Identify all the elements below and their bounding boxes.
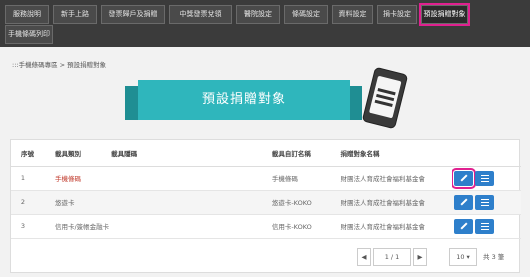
detail-button[interactable] <box>475 218 495 234</box>
table-row: 3 信用卡/簽帳金融卡 信用卡-KOKO 財團法人育成社會福利基金會 <box>11 214 521 239</box>
col-no: 序號 <box>11 140 35 167</box>
row-actions <box>452 166 521 191</box>
per-page-select[interactable]: 10 ▾ <box>449 248 477 266</box>
row-no: 1 <box>11 166 35 191</box>
row-type: 手機條碼 <box>34 166 110 191</box>
donee-table: 序號 載具類別 載具隱碼 載具自訂名稱 捐贈對象名稱 1 手機條碼 手機條碼 財… <box>11 140 521 239</box>
nav-default-donee[interactable]: 預設捐贈對象 <box>419 3 470 26</box>
row-no: 2 <box>11 190 35 215</box>
nav-data[interactable]: 資料設定 <box>332 5 373 24</box>
next-page-button[interactable]: ▶ <box>413 248 427 266</box>
row-no: 3 <box>11 214 35 239</box>
col-hidden: 載具隱碼 <box>109 140 270 167</box>
nav-newbie[interactable]: 新手上路 <box>53 5 97 24</box>
edit-button[interactable] <box>454 194 474 210</box>
col-type: 載具類別 <box>34 140 110 167</box>
row-name: 手機條碼 <box>269 166 339 191</box>
nav-print-barcode[interactable]: 手機條碼列印 <box>5 25 53 44</box>
list-icon <box>480 198 489 206</box>
row-actions <box>452 190 521 215</box>
row-actions <box>452 214 521 239</box>
donee-table-panel: 序號 載具類別 載具隱碼 載具自訂名稱 捐贈對象名稱 1 手機條碼 手機條碼 財… <box>10 139 521 273</box>
edit-button[interactable] <box>452 167 477 189</box>
row-hidden <box>109 190 270 215</box>
row-hidden <box>109 214 270 239</box>
top-navigation: 服務說明 新手上路 發票歸戶及捐贈 中獎發票兌領 醫院設定 條碼設定 資料設定 … <box>0 0 530 47</box>
pencil-icon <box>460 198 468 206</box>
nav-service[interactable]: 服務說明 <box>5 5 49 24</box>
row-hidden <box>109 166 270 191</box>
edit-button[interactable] <box>454 218 474 234</box>
pencil-icon <box>460 222 468 230</box>
phone-barcode-icon <box>361 66 409 130</box>
row-type: 悠遊卡 <box>34 190 110 215</box>
prev-page-button[interactable]: ◀ <box>357 248 371 266</box>
detail-button[interactable] <box>475 194 495 210</box>
row-type: 信用卡/簽帳金融卡 <box>34 214 110 239</box>
pencil-icon <box>460 174 468 182</box>
list-icon <box>480 222 489 230</box>
col-actions <box>452 140 521 167</box>
nav-hospital[interactable]: 醫院設定 <box>236 5 280 24</box>
row-donee: 財團法人育成社會福利基金會 <box>338 166 453 191</box>
banner-fold-left <box>125 86 139 120</box>
table-row: 1 手機條碼 手機條碼 財團法人育成社會福利基金會 <box>11 166 521 191</box>
row-donee: 財團法人育成社會福利基金會 <box>338 190 453 215</box>
page-indicator: 1 / 1 <box>373 248 411 266</box>
list-icon <box>480 174 489 182</box>
breadcrumb: :::手機條碼專區 > 預設捐贈對象 <box>12 61 107 69</box>
nav-card[interactable]: 捐卡設定 <box>377 5 417 24</box>
detail-button[interactable] <box>475 170 495 186</box>
col-name: 載具自訂名稱 <box>269 140 339 167</box>
banner-fold-right <box>348 86 362 120</box>
row-name: 信用卡-KOKO <box>269 214 339 239</box>
page-title: 預設捐贈對象 <box>138 80 350 120</box>
col-donee: 捐贈對象名稱 <box>338 140 453 167</box>
nav-invoice-donate[interactable]: 發票歸戶及捐贈 <box>101 5 165 24</box>
row-name: 悠遊卡-KOKO <box>269 190 339 215</box>
nav-barcode[interactable]: 條碼設定 <box>284 5 328 24</box>
nav-prize[interactable]: 中獎發票兌領 <box>169 5 232 24</box>
total-count: 共 3 筆 <box>483 253 505 261</box>
row-donee: 財團法人育成社會福利基金會 <box>338 214 453 239</box>
table-row: 2 悠遊卡 悠遊卡-KOKO 財團法人育成社會福利基金會 <box>11 190 521 215</box>
